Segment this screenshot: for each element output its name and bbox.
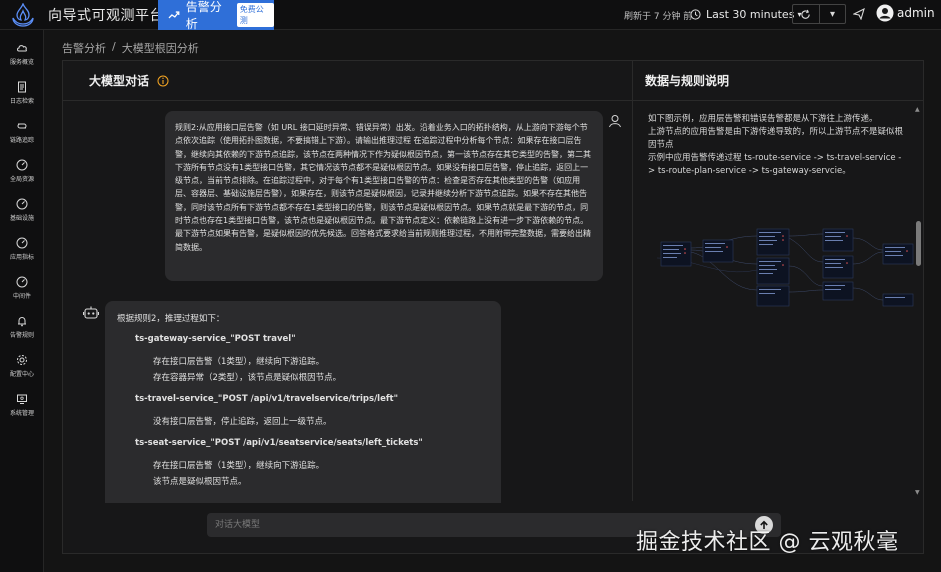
service-block: ts-travel-service_"POST /api/v1/travelse…	[117, 394, 489, 430]
scroll-up-arrow[interactable]: ▲	[915, 106, 920, 113]
gear-icon	[17, 355, 27, 365]
breadcrumb: 告警分析 / 大模型根因分析	[62, 40, 199, 56]
user-message-bubble: 规则2:从应用接口层告警（如 URL 接口延时异常、错误异常）出发。沿着业务入口…	[165, 111, 603, 281]
refresh-interval-dropdown[interactable]: ▾	[818, 5, 845, 23]
user-menu[interactable]: admin	[876, 4, 935, 22]
watermark: 掘金技术社区 @ 云观秋毫	[636, 530, 899, 555]
service-line: 没有接口层告警，停止追踪，返回上一级节点。	[153, 417, 332, 427]
trend-chart-icon	[168, 11, 180, 19]
sidebar-item-app-metrics[interactable]: 应用指标	[0, 237, 44, 273]
robot-icon	[83, 306, 99, 319]
panel-divider	[632, 61, 633, 501]
refresh-status: 刷新于 7 分钟 前	[624, 12, 693, 22]
time-range-label: Last 30 minutes	[706, 7, 795, 21]
info-icon[interactable]	[157, 75, 169, 87]
cloud-icon	[17, 45, 27, 52]
rules-paragraph: 如下图示例，应用层告警和错误告警都是从下游往上游传递。	[648, 114, 878, 124]
bot-intro: 根据规则2，推理过程如下：	[117, 314, 225, 324]
clock-icon	[690, 8, 701, 20]
gauge-icon	[16, 237, 28, 249]
bot-message-bubble: 根据规则2，推理过程如下： ts-gateway-service_"POST t…	[105, 301, 501, 503]
breadcrumb-separator: /	[112, 40, 116, 53]
sidebar-item-alert-rules[interactable]: 告警规则	[0, 315, 44, 351]
document-icon	[18, 81, 26, 93]
sidebar-item-service-overview[interactable]: 服务概览	[0, 42, 44, 78]
user-avatar-icon	[876, 4, 894, 22]
sidebar: 服务概览 日志检索 链路追踪 全局资源 基础设施 应用指标 中间件 告警规则 配…	[0, 30, 44, 572]
service-line: 存在容器异常（2类型），该节点是疑似根因节点。	[153, 373, 342, 383]
bell-icon	[18, 317, 26, 327]
rules-scrollbar-thumb[interactable]	[916, 221, 921, 266]
refresh-button[interactable]	[793, 5, 819, 23]
time-range-picker[interactable]: Last 30 minutes ▾	[690, 4, 801, 24]
tab-alert-analysis[interactable]: 告警分析 免费公测	[158, 0, 274, 31]
topology-diagram-image	[657, 228, 914, 307]
sidebar-item-middleware[interactable]: 中间件	[0, 276, 44, 312]
service-block: ts-gateway-service_"POST travel" 存在接口层告警…	[117, 334, 489, 386]
paper-plane-icon[interactable]	[853, 8, 865, 20]
top-bar: 向导式可观测平台 告警分析 免费公测 刷新于 7 分钟 前 Last 30 mi…	[0, 0, 941, 31]
sidebar-item-global-resources[interactable]: 全局资源	[0, 159, 44, 195]
monitor-icon	[17, 394, 27, 404]
rules-panel-title: 数据与规则说明	[645, 74, 730, 88]
sidebar-item-log-search[interactable]: 日志检索	[0, 81, 44, 117]
gauge-icon	[16, 198, 28, 210]
service-name: ts-gateway-service_"POST travel"	[135, 334, 296, 344]
service-block: ts-seat-service_"POST /api/v1/seatservic…	[117, 438, 489, 490]
rules-paragraph: 上游节点的应用告警是由下游传递导致的，所以上游节点不是疑似根因节点	[648, 127, 904, 150]
service-name: ts-travel-service_"POST /api/v1/travelse…	[135, 394, 399, 404]
rules-panel-header: 数据与规则说明	[633, 61, 923, 101]
user-icon	[609, 115, 621, 128]
chevron-down-icon: ▾	[829, 8, 835, 20]
sidebar-item-infrastructure[interactable]: 基础设施	[0, 198, 44, 234]
main-card: 大模型对话 数据与规则说明 规则2:从应用接口层告警（如 URL 接口延时异常、…	[62, 60, 924, 554]
scroll-down-arrow[interactable]: ▼	[915, 489, 920, 496]
rules-paragraph: 示例中应用告警传递过程 ts-route-service -> ts-trave…	[648, 153, 902, 176]
service-name: ts-seat-service_"POST /api/v1/seatservic…	[135, 438, 423, 448]
breadcrumb-current: 大模型根因分析	[121, 42, 199, 55]
service-line: 该节点是疑似根因节点。	[153, 477, 247, 487]
breadcrumb-parent[interactable]: 告警分析	[62, 40, 106, 56]
chat-panel-header: 大模型对话	[63, 61, 632, 101]
user-name: admin	[897, 6, 935, 20]
refresh-button-group: ▾	[792, 4, 846, 24]
service-line: 存在接口层告警（1类型），继续向下游追踪。	[153, 461, 325, 471]
sidebar-item-config-center[interactable]: 配置中心	[0, 354, 44, 390]
sidebar-item-system-admin[interactable]: 系统管理	[0, 393, 44, 429]
gauge-icon	[16, 159, 28, 171]
rules-description: 如下图示例，应用层告警和错误告警都是从下游往上游传递。 上游节点的应用告警是由下…	[648, 113, 903, 178]
flame-logo-icon	[12, 3, 34, 27]
sidebar-item-trace[interactable]: 链路追踪	[0, 120, 44, 156]
app-title: 向导式可观测平台	[48, 8, 164, 24]
tab-label: 告警分析	[185, 0, 222, 31]
chat-panel-title: 大模型对话	[89, 74, 150, 88]
service-line: 存在接口层告警（1类型），继续向下游追踪。	[153, 357, 325, 367]
link-icon	[17, 123, 27, 129]
refresh-icon	[801, 9, 811, 19]
gauge-icon	[16, 276, 28, 288]
free-beta-badge: 免费公测	[236, 3, 274, 27]
